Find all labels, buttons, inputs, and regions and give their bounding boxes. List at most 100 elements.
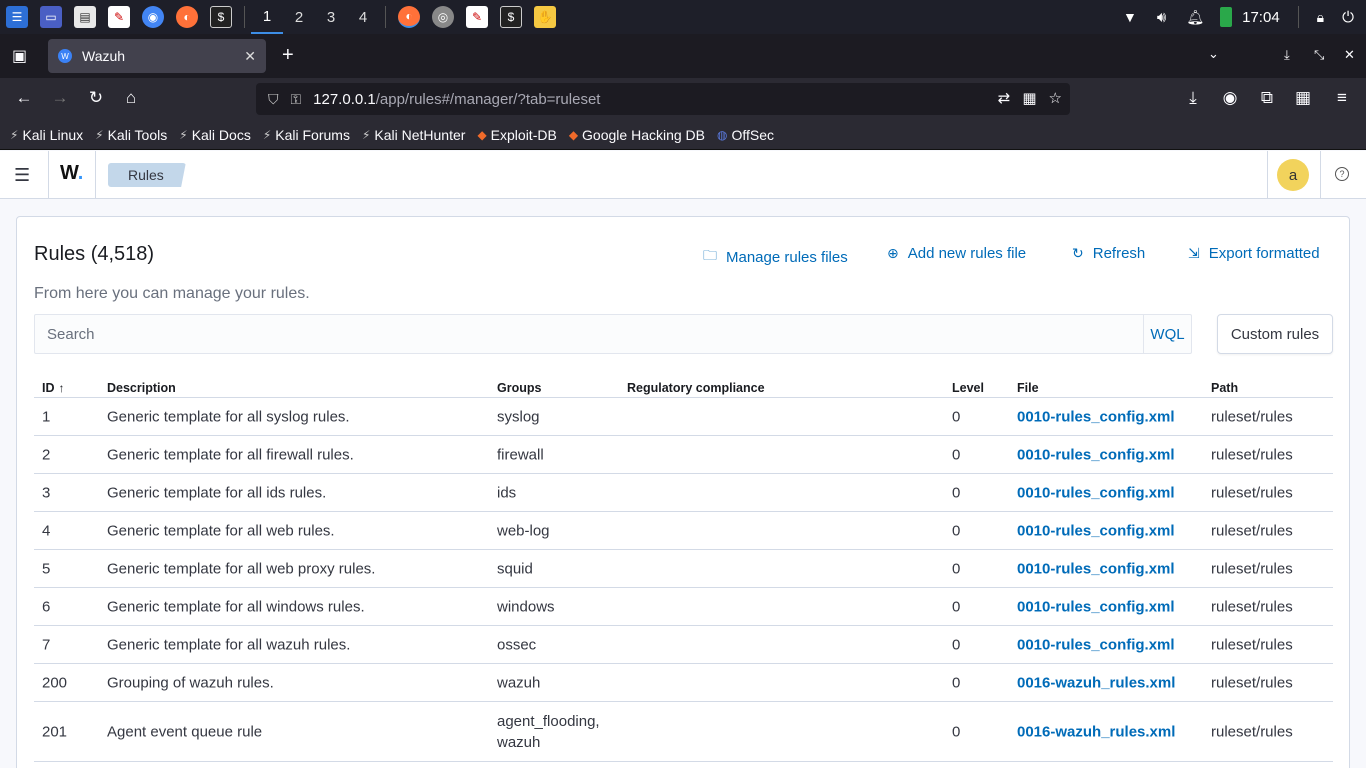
close-window-icon[interactable]: ✕ bbox=[1344, 47, 1355, 63]
downloads-icon[interactable]: ⤓ bbox=[1182, 88, 1204, 108]
system-taskbar: ☰ ▭ ▤ ✎ ◉ ◐ $ 1 2 3 4 ◐ ◎ ✎ $ ✋ ▼ 🔊︎ 🔔︎ … bbox=[0, 0, 1366, 34]
bookmark-star-icon[interactable]: ☆ bbox=[1049, 89, 1062, 107]
bookmark-offsec[interactable]: ◍ OffSec bbox=[717, 127, 774, 143]
cell-file-link[interactable]: 0010-rules_config.xml bbox=[1017, 484, 1175, 501]
bookmark-kali-docs[interactable]: ⚡︎ Kali Docs bbox=[179, 127, 251, 143]
bookmark-kali-linux[interactable]: ⚡︎ Kali Linux bbox=[10, 127, 83, 143]
battery-icon[interactable] bbox=[1220, 7, 1233, 27]
app-window-icon[interactable]: ◎ bbox=[432, 6, 454, 28]
table-row[interactable]: 5 Generic template for all web proxy rul… bbox=[34, 550, 1333, 588]
column-header-description[interactable]: Description bbox=[107, 381, 176, 395]
breadcrumb-rules[interactable]: Rules bbox=[108, 163, 186, 187]
lock-icon[interactable]: 🔒︎ bbox=[1317, 9, 1324, 26]
cell-description: Generic template for all windows rules. bbox=[107, 598, 365, 615]
restore-window-icon[interactable]: ⤡ bbox=[1314, 47, 1324, 63]
tab-list-chevron-icon[interactable]: ⌄ bbox=[1208, 46, 1219, 62]
firefox-icon[interactable]: ◐ bbox=[176, 6, 198, 28]
cell-path: ruleset/rules bbox=[1211, 723, 1293, 740]
user-avatar[interactable]: a bbox=[1277, 159, 1309, 191]
download-icon[interactable]: ⤓ bbox=[1284, 47, 1290, 63]
notification-bell-icon[interactable]: 🔔︎ bbox=[1186, 9, 1204, 26]
firefox-window-icon[interactable]: ◐ bbox=[398, 6, 420, 28]
back-icon[interactable]: ← bbox=[13, 88, 35, 108]
column-header-file[interactable]: File bbox=[1017, 381, 1039, 395]
table-row[interactable]: 200 Grouping of wazuh rules. wazuh 0 001… bbox=[34, 664, 1333, 702]
group-tag: wazuh bbox=[497, 733, 541, 751]
bookmark-exploit-db[interactable]: ◆ Exploit-DB bbox=[477, 127, 556, 143]
table-row[interactable]: 4 Generic template for all web rules. we… bbox=[34, 512, 1333, 550]
extensions-grid-icon[interactable]: ▦ bbox=[1022, 89, 1036, 107]
table-row[interactable]: 201 Agent event queue rule agent_floodin… bbox=[34, 702, 1333, 762]
menu-hamburger-icon[interactable]: ☰ bbox=[14, 165, 30, 186]
cell-file-link[interactable]: 0010-rules_config.xml bbox=[1017, 560, 1175, 577]
tool-window-icon[interactable]: ✋ bbox=[534, 6, 556, 28]
page-info-icon[interactable]: ⚿ bbox=[291, 91, 302, 108]
cell-file-link[interactable]: 0010-rules_config.xml bbox=[1017, 446, 1175, 463]
shield-icon[interactable]: ⛉ bbox=[268, 91, 279, 108]
tab-close-icon[interactable]: ✕ bbox=[244, 48, 256, 65]
table-row[interactable]: 3 Generic template for all ids rules. id… bbox=[34, 474, 1333, 512]
reload-icon[interactable]: ↻ bbox=[85, 88, 107, 108]
editor-window-icon[interactable]: ✎ bbox=[466, 6, 488, 28]
table-row[interactable]: 6 Generic template for all windows rules… bbox=[34, 588, 1333, 626]
volume-icon[interactable]: 🔊︎ bbox=[1157, 9, 1166, 26]
column-header-groups[interactable]: Groups bbox=[497, 381, 541, 395]
cell-file-link[interactable]: 0010-rules_config.xml bbox=[1017, 598, 1175, 615]
table-row[interactable]: 2 Generic template for all firewall rule… bbox=[34, 436, 1333, 474]
bookmark-kali-forums[interactable]: ⚡︎ Kali Forums bbox=[263, 127, 350, 143]
search-input[interactable] bbox=[35, 315, 1143, 353]
extensions-icon[interactable]: ⧉ bbox=[1256, 88, 1278, 108]
workspace-1[interactable]: 1 bbox=[251, 0, 283, 34]
cell-file-link[interactable]: 0016-wazuh_rules.xml bbox=[1017, 674, 1175, 691]
account-icon[interactable]: ◉ bbox=[1219, 88, 1241, 108]
forward-icon[interactable]: → bbox=[49, 88, 71, 108]
new-tab-icon[interactable]: + bbox=[282, 44, 294, 67]
refresh-button[interactable]: ↻ Refresh bbox=[1072, 245, 1145, 262]
custom-rules-button[interactable]: Custom rules bbox=[1217, 314, 1333, 354]
workspace-4[interactable]: 4 bbox=[347, 0, 379, 34]
app-menu-icon[interactable]: ≡ bbox=[1331, 88, 1353, 108]
separator bbox=[385, 6, 386, 28]
terminal-icon[interactable]: $ bbox=[210, 6, 232, 28]
wql-toggle-button[interactable]: WQL bbox=[1143, 315, 1191, 353]
desktop-icon[interactable]: ▭ bbox=[40, 6, 62, 28]
help-icon[interactable]: ? bbox=[1335, 167, 1349, 181]
cell-file-link[interactable]: 0010-rules_config.xml bbox=[1017, 636, 1175, 653]
file-manager-icon[interactable]: ▤ bbox=[74, 6, 96, 28]
cell-file-link[interactable]: 0016-wazuh_rules.xml bbox=[1017, 723, 1175, 740]
column-header-path[interactable]: Path bbox=[1211, 381, 1238, 395]
translate-icon[interactable]: ⇄ bbox=[998, 89, 1011, 107]
wifi-icon[interactable]: ▼ bbox=[1123, 9, 1137, 25]
bookmark-kali-nethunter[interactable]: ⚡︎ Kali NetHunter bbox=[362, 127, 465, 143]
kali-menu-icon[interactable]: ☰ bbox=[6, 6, 28, 28]
table-row[interactable]: 1 Generic template for all syslog rules.… bbox=[34, 398, 1333, 436]
kali-dragon-icon: ⚡︎ bbox=[95, 127, 104, 142]
table-row[interactable]: 7 Generic template for all wazuh rules. … bbox=[34, 626, 1333, 664]
tab-overview-icon[interactable]: ▣ bbox=[12, 46, 27, 66]
export-formatted-button[interactable]: ⇲ Export formatted bbox=[1188, 245, 1320, 262]
column-header-id[interactable]: ID ↑ bbox=[42, 381, 65, 395]
workspace-2[interactable]: 2 bbox=[283, 0, 315, 34]
addons-icon[interactable]: ▦ bbox=[1292, 88, 1314, 108]
url-bar[interactable]: ⛉ ⚿ 127.0.0.1/app/rules#/manager/?tab=ru… bbox=[256, 83, 1070, 115]
cell-file-link[interactable]: 0010-rules_config.xml bbox=[1017, 522, 1175, 539]
column-header-level[interactable]: Level bbox=[952, 381, 984, 395]
terminal-window-icon[interactable]: $ bbox=[500, 6, 522, 28]
home-icon[interactable]: ⌂ bbox=[120, 88, 142, 108]
manage-rules-files-button[interactable]: 🗀 Manage rules files bbox=[703, 245, 848, 269]
browser-tab-wazuh[interactable]: W Wazuh ✕ bbox=[48, 39, 266, 73]
clock[interactable]: 17:04 bbox=[1242, 9, 1280, 26]
bookmark-google-hacking-db[interactable]: ◆ Google Hacking DB bbox=[569, 127, 705, 143]
cell-groups: firewall bbox=[497, 446, 544, 463]
wazuh-logo[interactable]: W. bbox=[60, 162, 83, 185]
power-icon[interactable]: ⏻ bbox=[1342, 9, 1354, 26]
page-subtitle: From here you can manage your rules. bbox=[34, 285, 310, 302]
cell-description: Generic template for all syslog rules. bbox=[107, 408, 350, 425]
text-editor-icon[interactable]: ✎ bbox=[108, 6, 130, 28]
bookmark-kali-tools[interactable]: ⚡︎ Kali Tools bbox=[95, 127, 167, 143]
column-header-regulatory[interactable]: Regulatory compliance bbox=[627, 381, 765, 395]
workspace-3[interactable]: 3 bbox=[315, 0, 347, 34]
add-new-rules-file-button[interactable]: ⊕ Add new rules file bbox=[887, 245, 1026, 262]
chromium-icon[interactable]: ◉ bbox=[142, 6, 164, 28]
cell-file-link[interactable]: 0010-rules_config.xml bbox=[1017, 408, 1175, 425]
